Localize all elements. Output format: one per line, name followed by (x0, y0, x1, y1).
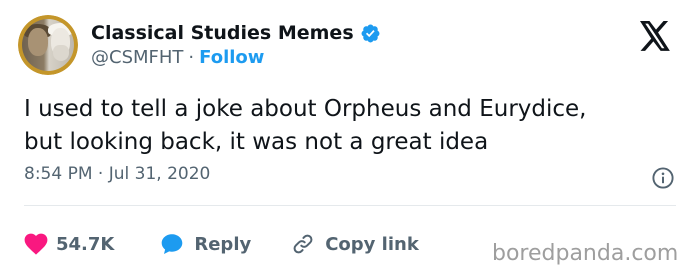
tweet-line: I used to tell a joke about Orpheus and … (24, 96, 587, 122)
verified-badge-icon (361, 24, 380, 42)
like-button[interactable]: 54.7K (24, 233, 114, 255)
handle-row: @CSMFHT · Follow (91, 47, 264, 68)
watermark: boredpanda.com (492, 241, 679, 266)
tweet-text: I used to tell a joke about Orpheus and … (24, 93, 684, 159)
avatar-face-left (28, 28, 48, 56)
like-count: 54.7K (56, 233, 115, 255)
avatar[interactable] (18, 15, 78, 75)
action-bar: 54.7K Reply Copy link (24, 232, 419, 256)
account-name[interactable]: Classical Studies Memes (91, 22, 354, 44)
follow-button[interactable]: Follow (199, 47, 264, 68)
copy-link-button[interactable]: Copy link (291, 232, 419, 256)
info-icon[interactable] (651, 166, 675, 190)
reply-label: Reply (194, 233, 252, 255)
tweet-timestamp[interactable]: 8:54 PM · Jul 31, 2020 (24, 164, 210, 184)
speech-bubble-icon (162, 234, 183, 254)
reply-button[interactable]: Reply (160, 232, 251, 256)
link-icon (293, 234, 313, 254)
tweet-line: but looking back, it was not a great ide… (24, 129, 489, 155)
account-name-row: Classical Studies Memes (91, 20, 381, 46)
avatar-beard-right (53, 45, 69, 61)
copy-link-label: Copy link (325, 233, 419, 255)
account-handle[interactable]: @CSMFHT (91, 47, 183, 68)
x-logo-icon[interactable] (638, 21, 672, 51)
heart-icon (24, 233, 48, 255)
avatar-image (22, 19, 74, 71)
divider (24, 205, 676, 206)
handle-separator: · (188, 47, 195, 68)
